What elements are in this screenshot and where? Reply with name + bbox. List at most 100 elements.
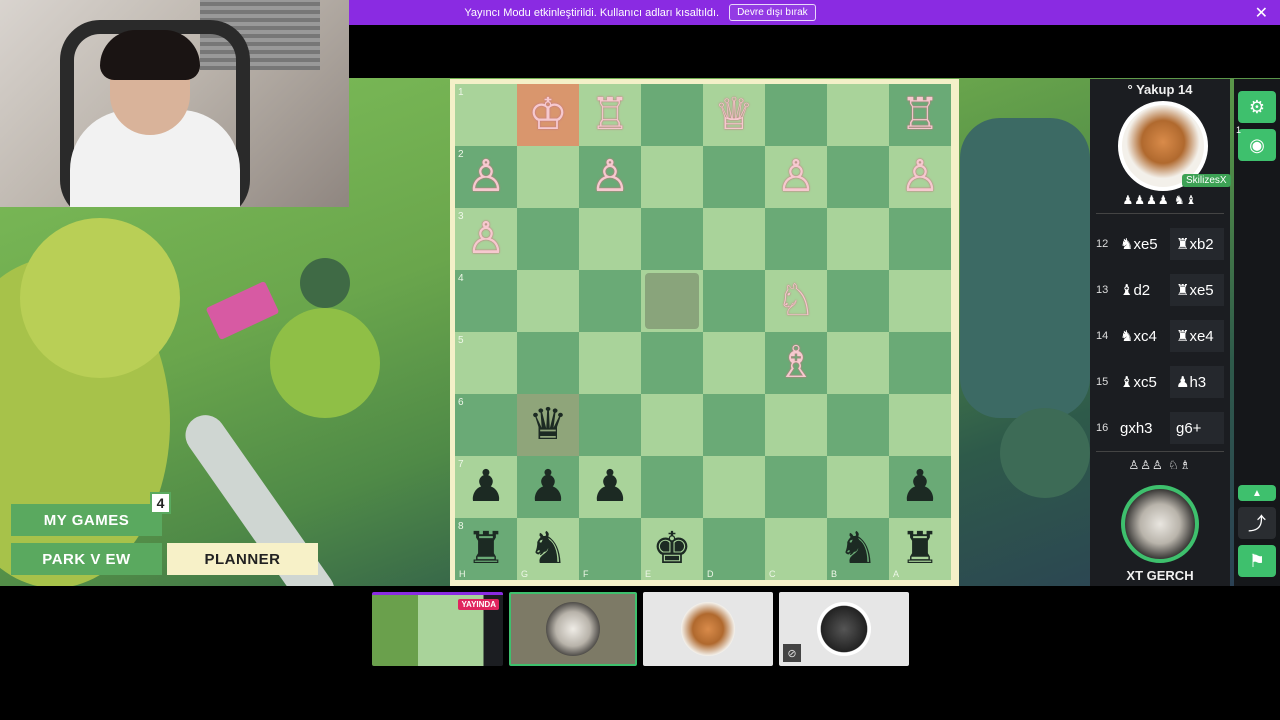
opponent-hamster-thumbnail[interactable]: [643, 592, 773, 666]
board-square[interactable]: ♘: [765, 270, 827, 332]
board-square[interactable]: [517, 270, 579, 332]
board-square[interactable]: [703, 394, 765, 456]
board-square[interactable]: ♗: [765, 332, 827, 394]
chess-piece[interactable]: ♞: [528, 527, 567, 571]
white-move[interactable]: ♝xc5: [1116, 373, 1170, 391]
board-square[interactable]: [579, 332, 641, 394]
board-square[interactable]: [517, 208, 579, 270]
board-square[interactable]: 1: [455, 84, 517, 146]
chess-piece[interactable]: ♙: [466, 217, 505, 261]
chess-piece[interactable]: ♖: [900, 93, 939, 137]
board-square[interactable]: [765, 208, 827, 270]
board-square[interactable]: B ♞: [827, 518, 889, 580]
board-square[interactable]: [579, 270, 641, 332]
player-avatar[interactable]: [1121, 485, 1199, 563]
board-square[interactable]: [641, 146, 703, 208]
board-square[interactable]: 3 ♙: [455, 208, 517, 270]
chess-piece[interactable]: ♙: [466, 155, 505, 199]
chess-piece[interactable]: ♙: [900, 155, 939, 199]
board-square[interactable]: [703, 146, 765, 208]
board-square[interactable]: [517, 332, 579, 394]
board-square[interactable]: [889, 332, 951, 394]
board-square[interactable]: [517, 146, 579, 208]
my-games-button[interactable]: MY GAMES: [11, 504, 162, 536]
board-square[interactable]: ♟: [889, 456, 951, 518]
chess-board[interactable]: 1 ♔ ♖ ♕ ♖ 2 ♙ ♙ ♙ ♙ 3 ♙ 4 ♘ 5 ♗ 6 ♛ 7 ♟ ♟ ♟ ♟ 8 H ♜ G ♞ F E ♚ D C B ♞ A ♜: [455, 84, 951, 580]
chess-piece[interactable]: ♜: [900, 527, 939, 571]
board-square[interactable]: F: [579, 518, 641, 580]
stream-preview-thumbnail[interactable]: YAYINDA: [372, 592, 503, 666]
board-square[interactable]: C: [765, 518, 827, 580]
settings-icon[interactable]: ⚙: [1238, 91, 1276, 123]
chess-piece[interactable]: ♙: [590, 155, 629, 199]
board-square[interactable]: [641, 84, 703, 146]
close-icon[interactable]: ✕: [1255, 3, 1268, 23]
board-square[interactable]: [889, 208, 951, 270]
board-square[interactable]: [827, 146, 889, 208]
board-square[interactable]: [827, 456, 889, 518]
board-square[interactable]: [827, 84, 889, 146]
board-square[interactable]: A ♜: [889, 518, 951, 580]
disable-streamer-mode-button[interactable]: Devre dışı bırak: [729, 4, 816, 21]
player-tiger-thumbnail[interactable]: [509, 592, 637, 666]
board-square[interactable]: [703, 456, 765, 518]
board-square[interactable]: 7 ♟: [455, 456, 517, 518]
planner-button[interactable]: PLANNER: [167, 543, 318, 575]
board-square[interactable]: ♕: [703, 84, 765, 146]
black-move[interactable]: ♜xb2: [1170, 228, 1224, 260]
board-square[interactable]: 6: [455, 394, 517, 456]
board-square[interactable]: [703, 332, 765, 394]
board-square[interactable]: [889, 394, 951, 456]
board-square[interactable]: [641, 208, 703, 270]
board-square[interactable]: [579, 394, 641, 456]
board-square[interactable]: ♟: [517, 456, 579, 518]
board-square[interactable]: [827, 270, 889, 332]
share-icon[interactable]: ⤴: [1238, 507, 1276, 539]
chess-piece[interactable]: ♙: [776, 155, 815, 199]
board-square[interactable]: 4: [455, 270, 517, 332]
board-square[interactable]: 5: [455, 332, 517, 394]
board-square[interactable]: ♙: [579, 146, 641, 208]
chess-piece[interactable]: ♔: [528, 93, 567, 137]
board-square[interactable]: [765, 84, 827, 146]
board-square[interactable]: [765, 456, 827, 518]
chess-piece[interactable]: ♘: [776, 279, 815, 323]
board-square[interactable]: [827, 394, 889, 456]
flag-icon[interactable]: ⚑: [1238, 545, 1276, 577]
chess-piece[interactable]: ♜: [466, 527, 505, 571]
board-square[interactable]: ♖: [579, 84, 641, 146]
board-square[interactable]: ♙: [889, 146, 951, 208]
white-move[interactable]: ♝d2: [1116, 281, 1170, 299]
white-move[interactable]: gxh3: [1116, 420, 1170, 437]
black-move[interactable]: ♟h3: [1170, 366, 1224, 398]
collapse-up-icon[interactable]: ▲: [1238, 485, 1276, 501]
board-square[interactable]: [703, 270, 765, 332]
board-square[interactable]: [827, 208, 889, 270]
board-square[interactable]: [579, 208, 641, 270]
board-square[interactable]: 8 H ♜: [455, 518, 517, 580]
black-move[interactable]: g6+: [1170, 412, 1224, 444]
chess-piece[interactable]: ♞: [838, 527, 877, 571]
chess-piece[interactable]: ♛: [528, 403, 567, 447]
board-square[interactable]: [641, 332, 703, 394]
black-move[interactable]: ♜xe5: [1170, 274, 1224, 306]
board-square[interactable]: [641, 456, 703, 518]
chess-piece[interactable]: ♟: [900, 465, 939, 509]
board-square[interactable]: [889, 270, 951, 332]
board-square[interactable]: ♖: [889, 84, 951, 146]
chess-piece[interactable]: ♚: [652, 527, 691, 571]
chess-piece[interactable]: ♟: [528, 465, 567, 509]
board-square[interactable]: D: [703, 518, 765, 580]
board-square[interactable]: [827, 332, 889, 394]
white-move[interactable]: ♞xe5: [1116, 235, 1170, 253]
spectator-thumbnail[interactable]: ⊘: [779, 592, 909, 666]
board-square[interactable]: ♛: [517, 394, 579, 456]
chess-piece[interactable]: ♗: [776, 341, 815, 385]
board-square[interactable]: [641, 394, 703, 456]
chess-piece[interactable]: ♖: [590, 93, 629, 137]
white-move[interactable]: ♞xc4: [1116, 327, 1170, 345]
board-square[interactable]: ♟: [579, 456, 641, 518]
board-square[interactable]: G ♞: [517, 518, 579, 580]
board-square[interactable]: [641, 270, 703, 332]
eye-icon[interactable]: ◉: [1238, 129, 1276, 161]
